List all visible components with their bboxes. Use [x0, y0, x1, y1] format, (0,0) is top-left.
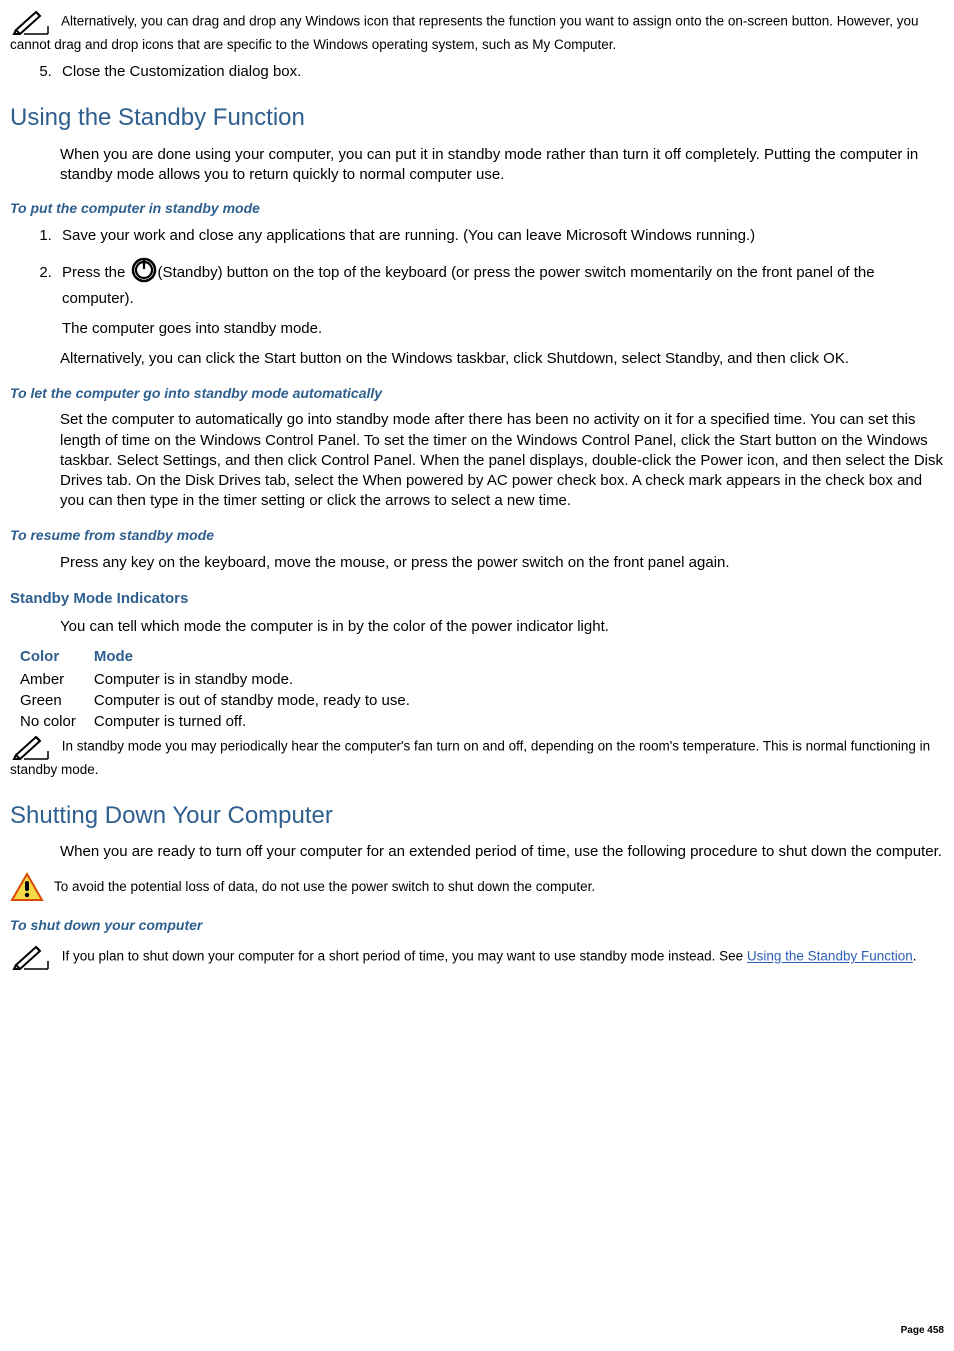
page-number: Page 458 [901, 1324, 944, 1338]
note-pencil-icon [10, 943, 52, 971]
step-list-continued: Close the Customization dialog box. [10, 62, 944, 82]
heading-shutting-down: Shutting Down Your Computer [10, 800, 944, 832]
put-step-1: Save your work and close any application… [56, 226, 944, 246]
shutdown-intro: When you are ready to turn off your comp… [60, 842, 944, 862]
table-row: Amber Computer is in standby mode. [20, 670, 428, 691]
table-row: No color Computer is turned off. [20, 712, 428, 733]
col-color: Color [20, 647, 94, 669]
put-standby-steps: Save your work and close any application… [10, 226, 944, 339]
heading-using-standby: Using the Standby Function [10, 102, 944, 134]
col-mode: Mode [94, 647, 428, 669]
note-pencil-icon [10, 733, 52, 761]
heading-shut-down-procedure: To shut down your computer [10, 916, 944, 935]
put-alternative: Alternatively, you can click the Start b… [60, 349, 944, 369]
standby-power-icon [131, 257, 157, 289]
note-short-period: If you plan to shut down your computer f… [10, 943, 944, 971]
heading-put-standby: To put the computer in standby mode [10, 199, 944, 218]
mode-indicator-table: Color Mode Amber Computer is in standby … [20, 647, 428, 733]
note-fan-standby: In standby mode you may periodically hea… [10, 733, 944, 779]
auto-standby-text: Set the computer to automatically go int… [60, 410, 944, 511]
note-text: Alternatively, you can drag and drop any… [10, 14, 919, 52]
resume-text: Press any key on the keyboard, move the … [60, 553, 944, 573]
indicators-intro: You can tell which mode the computer is … [60, 617, 944, 637]
step-5: Close the Customization dialog box. [56, 62, 944, 82]
warning-box: To avoid the potential loss of data, do … [10, 872, 944, 902]
warning-text: To avoid the potential loss of data, do … [54, 878, 595, 896]
put-step-2-result: The computer goes into standby mode. [62, 319, 944, 339]
put-step-2: Press the (Standby) button on the top of… [56, 257, 944, 340]
standby-intro: When you are done using your computer, y… [60, 145, 944, 186]
note-text: In standby mode you may periodically hea… [10, 739, 930, 777]
heading-standby-indicators: Standby Mode Indicators [10, 589, 944, 609]
heading-resume-standby: To resume from standby mode [10, 526, 944, 545]
note-alternative-drag-drop: Alternatively, you can drag and drop any… [10, 8, 944, 54]
link-using-standby[interactable]: Using the Standby Function [747, 949, 913, 964]
note-text-part-a: If you plan to shut down your computer f… [62, 949, 747, 964]
warning-triangle-icon [10, 872, 44, 902]
note-pencil-icon [10, 8, 52, 36]
note-text-part-b: . [913, 949, 917, 964]
heading-auto-standby: To let the computer go into standby mode… [10, 384, 944, 403]
table-row: Green Computer is out of standby mode, r… [20, 691, 428, 712]
